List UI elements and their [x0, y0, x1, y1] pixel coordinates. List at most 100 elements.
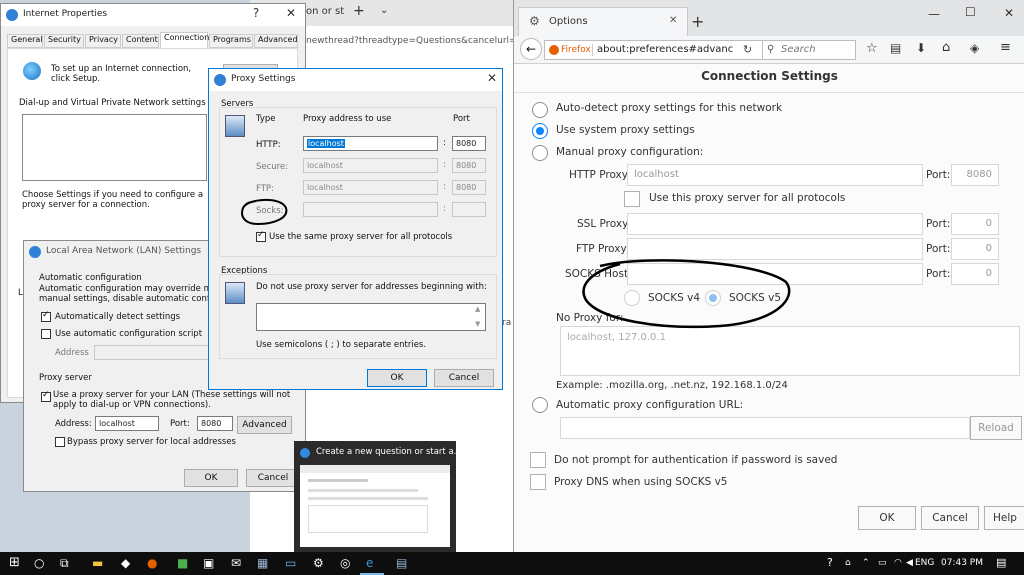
- window-close-icon[interactable]: ✕: [1004, 6, 1014, 20]
- firefox-url-bar[interactable]: Firefox about:preferences#advanc ↻: [544, 40, 766, 60]
- auto-detect-radio[interactable]: [532, 102, 548, 118]
- ff-help-button[interactable]: Help: [984, 506, 1024, 530]
- tab-security[interactable]: Security: [44, 34, 84, 48]
- close-icon[interactable]: ✕: [280, 6, 302, 20]
- control-panel-icon[interactable]: ▤: [396, 556, 407, 570]
- proxy-cancel-button[interactable]: Cancel: [434, 369, 494, 387]
- ftp-port-input[interactable]: 0: [951, 238, 999, 260]
- battery-icon[interactable]: ▭: [878, 558, 887, 568]
- no-prompt-checkbox[interactable]: [530, 452, 546, 468]
- lan-port-input[interactable]: 8080: [197, 416, 233, 431]
- cortana-search-icon[interactable]: ○: [34, 556, 44, 570]
- auto-script-checkbox[interactable]: [41, 329, 51, 339]
- proxy-titlebar[interactable]: Proxy Settings ✕: [209, 69, 502, 91]
- socks-port-input[interactable]: 0: [951, 263, 999, 285]
- socks-colon: :: [443, 204, 446, 214]
- volume-icon[interactable]: ◀: [906, 558, 913, 568]
- notifications-icon[interactable]: ▤: [996, 556, 1006, 569]
- ftp-label: FTP:: [256, 184, 274, 194]
- tab-connections[interactable]: Connections: [160, 32, 213, 48]
- pocket-icon[interactable]: ◈: [970, 41, 979, 55]
- manual-proxy-radio[interactable]: [532, 145, 548, 161]
- file-explorer-icon[interactable]: ▬: [92, 556, 103, 570]
- lan-cancel-button[interactable]: Cancel: [246, 469, 300, 487]
- same-proxy-checkbox[interactable]: [256, 230, 266, 242]
- tab-close-icon[interactable]: ✕: [669, 15, 677, 26]
- no-proxy-textarea[interactable]: localhost, 127.0.0.1: [560, 326, 1020, 376]
- maximize-icon[interactable]: ☐: [965, 5, 976, 19]
- ssl-proxy-input[interactable]: [627, 213, 923, 235]
- help-icon[interactable]: ?: [245, 6, 267, 20]
- app-green-icon[interactable]: ■: [177, 556, 188, 570]
- proxy-close-icon[interactable]: ✕: [481, 71, 503, 85]
- background-new-tab-icon[interactable]: +: [353, 3, 365, 19]
- exceptions-scroll-down-icon[interactable]: ▼: [475, 320, 480, 328]
- internet-properties-titlebar[interactable]: Internet Properties ? ✕: [1, 4, 305, 26]
- lan-ok-button[interactable]: OK: [184, 469, 238, 487]
- firefox-taskbar-icon[interactable]: ●: [147, 556, 157, 570]
- app-monitor-icon[interactable]: ▭: [285, 556, 296, 570]
- clock[interactable]: 07:43 PM: [941, 558, 983, 568]
- system-proxy-radio[interactable]: [532, 123, 548, 139]
- tab-advanced[interactable]: Advanced: [254, 34, 298, 48]
- app-window-icon[interactable]: ▦: [257, 556, 268, 570]
- firefox-tab-options[interactable]: ⚙ Options ✕: [518, 7, 688, 36]
- home-icon[interactable]: ⌂: [942, 40, 950, 55]
- http-port-input[interactable]: 8080: [452, 136, 486, 151]
- firefox-search-box[interactable]: ⚲ Search: [762, 40, 856, 60]
- menu-icon[interactable]: ≡: [1000, 40, 1011, 55]
- lan-advanced-button[interactable]: Advanced: [237, 416, 292, 434]
- settings-gear-icon[interactable]: ⚙: [313, 556, 324, 570]
- background-tab-list-icon[interactable]: ⌄: [380, 5, 388, 16]
- proxy-ok-button[interactable]: OK: [367, 369, 427, 387]
- dropbox-icon[interactable]: ◆: [121, 556, 130, 570]
- ff-ok-button[interactable]: OK: [858, 506, 916, 530]
- chat-icon[interactable]: ◎: [340, 556, 350, 570]
- reading-list-icon[interactable]: ▤: [890, 41, 901, 55]
- setup-text: To set up an Internet connection, click …: [51, 64, 192, 84]
- new-tab-icon[interactable]: +: [691, 12, 704, 31]
- lan-address-input[interactable]: localhost: [95, 416, 159, 431]
- auto-config-url-radio[interactable]: [532, 397, 548, 413]
- language-indicator[interactable]: ENG: [915, 558, 934, 568]
- use-proxy-checkbox[interactable]: [41, 390, 51, 402]
- auto-detect-checkbox[interactable]: [41, 310, 51, 322]
- exceptions-scroll-up-icon[interactable]: ▲: [475, 305, 480, 313]
- tab-content[interactable]: Content: [122, 34, 159, 48]
- download-icon[interactable]: ⬇: [916, 41, 926, 55]
- reload-button[interactable]: Reload: [970, 416, 1022, 440]
- bookmark-star-icon[interactable]: ☆: [866, 41, 878, 56]
- thumbnail-preview-line: [308, 489, 418, 492]
- bypass-checkbox[interactable]: [55, 437, 65, 447]
- edge-taskbar-icon[interactable]: e: [366, 556, 373, 570]
- all-protocols-checkbox[interactable]: [624, 191, 640, 207]
- app-photos-icon[interactable]: ▣: [203, 556, 214, 570]
- http-proxy-input[interactable]: localhost: [627, 164, 923, 186]
- start-windows-icon[interactable]: ⊞: [9, 555, 20, 570]
- tab-general[interactable]: General: [7, 34, 43, 48]
- ssl-port-input[interactable]: 0: [951, 213, 999, 235]
- wifi-icon[interactable]: ◠: [894, 558, 902, 568]
- back-arrow-icon[interactable]: ←: [520, 38, 542, 60]
- exceptions-textarea[interactable]: [256, 303, 486, 331]
- firefox-tab-title: Options: [549, 16, 588, 27]
- help-tray-icon[interactable]: ?: [827, 556, 833, 569]
- network-tray-icon[interactable]: ⌂: [845, 558, 851, 568]
- minimize-icon[interactable]: —: [928, 7, 940, 21]
- background-url-text[interactable]: newthread?threadtype=Questions&cancelurl…: [306, 36, 513, 46]
- tab-programs[interactable]: Programs: [209, 34, 253, 48]
- mail-icon[interactable]: ✉: [231, 556, 241, 570]
- reload-icon[interactable]: ↻: [743, 41, 752, 59]
- proxy-dns-checkbox[interactable]: [530, 474, 546, 490]
- auto-config-url-input[interactable]: [560, 417, 970, 439]
- ff-cancel-button[interactable]: Cancel: [921, 506, 979, 530]
- tray-arrow-icon[interactable]: ⌃: [862, 558, 870, 568]
- tab-privacy[interactable]: Privacy: [85, 34, 121, 48]
- dialup-list[interactable]: [22, 114, 207, 181]
- taskbar-thumbnail[interactable]: Create a new question or start a...: [294, 441, 462, 552]
- http-address-input[interactable]: localhost: [303, 136, 438, 151]
- http-port-input[interactable]: 8080: [951, 164, 999, 186]
- background-tab-label[interactable]: on or st: [306, 6, 344, 17]
- dialup-label: Dial-up and Virtual Private Network sett…: [19, 98, 206, 108]
- task-view-icon[interactable]: ⧉: [60, 556, 69, 571]
